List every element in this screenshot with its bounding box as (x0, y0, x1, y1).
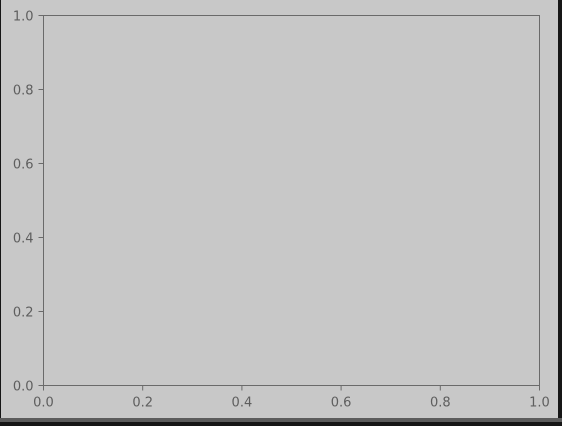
empty-plot: 0.0 0.2 0.4 0.6 0.8 1.0 0.0 0.2 0.4 0.6 0.8 1.0 (13, 10, 550, 411)
y-axis: 0.0 0.2 0.4 0.6 0.8 1.0 (13, 10, 44, 395)
axes-area (43, 15, 540, 386)
y-tick-label: 1.0 (13, 10, 34, 25)
x-axis: 0.0 0.2 0.4 0.6 0.8 1.0 (33, 385, 550, 411)
x-tick-label: 1.0 (529, 396, 550, 411)
y-tick-label: 0.0 (13, 380, 34, 395)
x-tick-label: 0.2 (132, 396, 153, 411)
x-tick-label: 0.8 (430, 396, 451, 411)
y-tick-label: 0.4 (13, 232, 34, 247)
y-tick-label: 0.2 (13, 306, 34, 321)
x-tick-label: 0.4 (232, 396, 253, 411)
y-tick-label: 0.8 (13, 84, 34, 99)
x-tick-label: 0.0 (33, 396, 54, 411)
y-tick-label: 0.6 (13, 158, 34, 173)
x-tick-label: 0.6 (331, 396, 352, 411)
